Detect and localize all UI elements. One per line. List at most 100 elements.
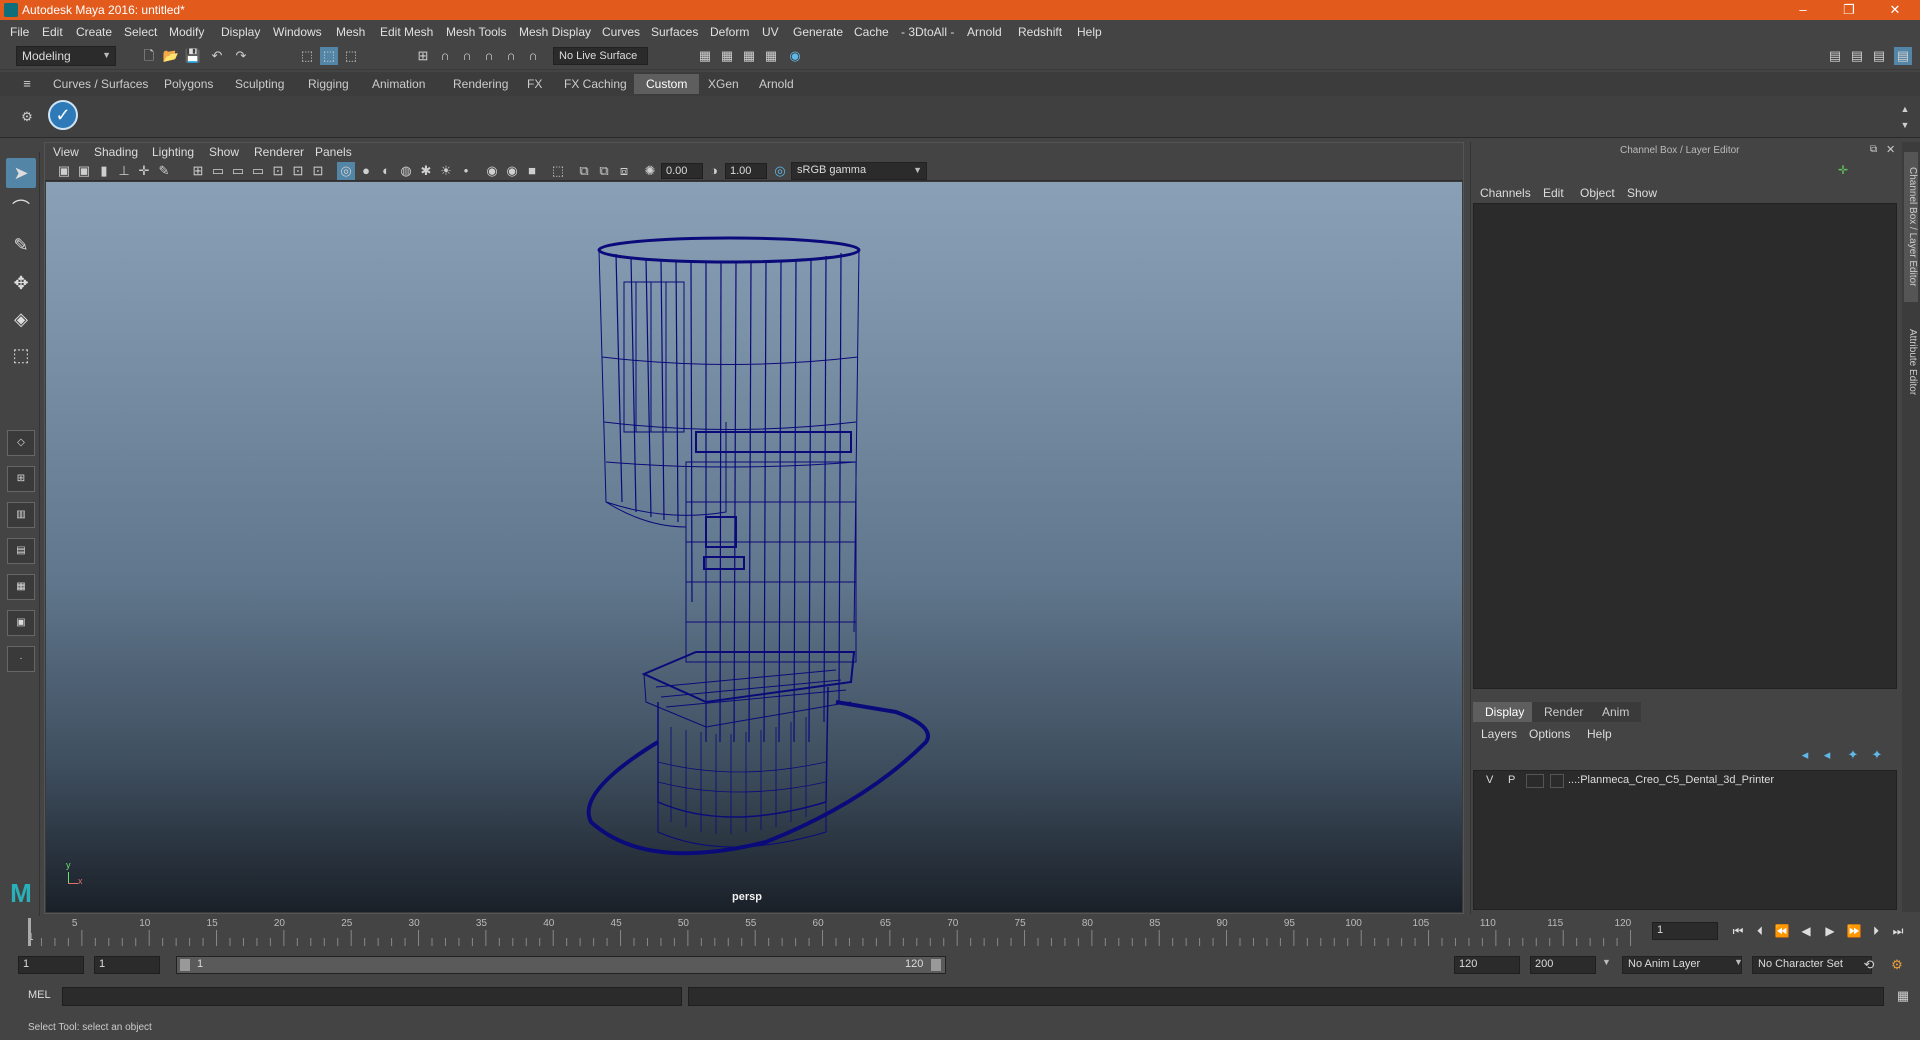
channel-box-toggle-icon[interactable]: ▤ — [1894, 47, 1912, 65]
layer-menu-options[interactable]: Options — [1529, 727, 1570, 741]
move-tool-icon[interactable]: ✥ — [6, 268, 36, 298]
panel-menu-show[interactable]: Show — [209, 145, 239, 159]
close-panel-icon[interactable]: ✕ — [1886, 143, 1895, 156]
menu-cache[interactable]: Cache — [854, 25, 889, 39]
shelf-tab-sculpting[interactable]: Sculpting — [223, 74, 296, 94]
float-panel-icon[interactable]: ⧉ — [1870, 144, 1877, 155]
channel-box-area[interactable] — [1473, 203, 1897, 689]
shelf-tab-rendering[interactable]: Rendering — [441, 74, 520, 94]
snap-grid-icon[interactable]: ⊞ — [414, 47, 432, 65]
panel-menu-panels[interactable]: Panels — [315, 145, 352, 159]
command-input[interactable] — [62, 987, 682, 1006]
menu-select[interactable]: Select — [124, 25, 157, 39]
exposure-icon[interactable]: ✺ — [641, 162, 659, 180]
select-tool-icon[interactable]: ➤ — [6, 158, 36, 188]
side-tab-channel-box[interactable]: Channel Box / Layer Editor — [1904, 152, 1918, 302]
exposure-field[interactable]: 0.00 — [661, 163, 703, 179]
gate-mask-icon[interactable]: ▭ — [249, 162, 267, 180]
menu-mesh-tools[interactable]: Mesh Tools — [446, 25, 506, 39]
panel-menu-lighting[interactable]: Lighting — [152, 145, 194, 159]
isolate-select-icon[interactable]: ⬚ — [549, 162, 567, 180]
cb-menu-edit[interactable]: Edit — [1543, 186, 1564, 200]
rotate-tool-icon[interactable]: ◈ — [6, 304, 36, 334]
layer-type-toggle[interactable] — [1526, 774, 1544, 788]
gamma-field[interactable]: 1.00 — [725, 163, 767, 179]
layer-playback-toggle[interactable]: P — [1508, 774, 1515, 786]
custom-layout-icon[interactable]: ▣ — [7, 610, 35, 636]
new-scene-icon[interactable]: 🗋 — [140, 47, 158, 65]
xray-icon[interactable]: ⧉ — [575, 162, 593, 180]
menu-3dtoall[interactable]: - 3DtoAll - — [901, 25, 954, 39]
current-frame-field[interactable]: 1 — [1652, 922, 1718, 940]
command-language-label[interactable]: MEL — [28, 989, 51, 1001]
redo-icon[interactable]: ↷ — [232, 47, 250, 65]
shelf-tab-polygons[interactable]: Polygons — [152, 74, 225, 94]
step-forward-key-icon[interactable]: ⏩ — [1844, 922, 1864, 940]
layer-menu-layers[interactable]: Layers — [1481, 727, 1517, 741]
layer-color-swatch[interactable] — [1550, 774, 1564, 788]
range-start-handle[interactable] — [180, 959, 190, 971]
new-layer-selected-icon[interactable]: ✦ — [1868, 746, 1886, 764]
menu-file[interactable]: File — [10, 25, 29, 39]
end-time-field[interactable]: 200 — [1530, 956, 1596, 974]
camera-attributes-icon[interactable]: ▣ — [75, 162, 93, 180]
undo-icon[interactable]: ↶ — [208, 47, 226, 65]
four-view-layout-icon[interactable]: ⊞ — [7, 466, 35, 492]
render-current-icon[interactable]: ▦ — [740, 47, 758, 65]
shelf-tab-fx-caching[interactable]: FX Caching — [552, 74, 639, 94]
anim-layer-dropdown[interactable]: No Anim Layer — [1622, 956, 1742, 974]
menu-surfaces[interactable]: Surfaces — [651, 25, 698, 39]
layer-row[interactable]: V P ...:Planmeca_Creo_C5_Dental_3d_Print… — [1476, 771, 1894, 791]
cb-menu-show[interactable]: Show — [1627, 186, 1657, 200]
menu-edit[interactable]: Edit — [42, 25, 63, 39]
menu-help[interactable]: Help — [1077, 25, 1102, 39]
move-layer-down-icon[interactable]: ◂ — [1818, 746, 1836, 764]
menu-edit-mesh[interactable]: Edit Mesh — [380, 25, 433, 39]
layer-tab-render[interactable]: Render — [1532, 702, 1596, 722]
start-time-field[interactable]: 1 — [18, 956, 84, 974]
use-all-lights-icon[interactable]: ✱ — [417, 162, 435, 180]
panel-menu-view[interactable]: View — [53, 145, 79, 159]
play-forward-icon[interactable]: ▶ — [1820, 922, 1840, 940]
cb-menu-channels[interactable]: Channels — [1480, 186, 1531, 200]
wireframe-toggle-icon[interactable]: ◎ — [337, 162, 355, 180]
move-layer-up-icon[interactable]: ◂ — [1796, 746, 1814, 764]
multisample-aa-icon[interactable]: ◉ — [503, 162, 521, 180]
new-layer-icon[interactable]: ✦ — [1844, 746, 1862, 764]
menu-curves[interactable]: Curves — [602, 25, 640, 39]
menu-display[interactable]: Display — [221, 25, 260, 39]
select-component-icon[interactable]: ⬚ — [342, 47, 360, 65]
shelf-tab-rigging[interactable]: Rigging — [296, 74, 361, 94]
animation-preferences-icon[interactable]: ⚙ — [1888, 956, 1906, 974]
menu-modify[interactable]: Modify — [169, 25, 204, 39]
grease-pencil-icon[interactable]: ✎ — [155, 162, 173, 180]
select-object-icon[interactable]: ⬚ — [320, 47, 338, 65]
persp-hypershade-layout-icon[interactable]: ▦ — [7, 574, 35, 600]
step-back-key-icon[interactable]: ⏪ — [1772, 922, 1792, 940]
single-perspective-layout-icon[interactable]: ◇ — [7, 430, 35, 456]
menu-uv[interactable]: UV — [762, 25, 779, 39]
range-slider[interactable]: 1 120 — [176, 956, 946, 974]
ipr-render-icon[interactable]: ▦ — [762, 47, 780, 65]
snap-point-icon[interactable]: ∩ — [458, 47, 476, 65]
snap-vertex-icon[interactable]: ∩ — [524, 47, 542, 65]
current-time-marker[interactable] — [28, 918, 31, 946]
film-gate-icon[interactable]: ▭ — [209, 162, 227, 180]
go-to-end-icon[interactable]: ⏭ — [1888, 922, 1908, 940]
persp-outliner-layout-icon[interactable]: ▤ — [7, 538, 35, 564]
step-forward-frame-icon[interactable]: ⏵ — [1866, 922, 1886, 940]
shelf-tab-curves-surfaces[interactable]: Curves / Surfaces — [41, 74, 160, 94]
image-plane-icon[interactable]: ⊥ — [115, 162, 133, 180]
panel-menu-renderer[interactable]: Renderer — [254, 145, 304, 159]
menu-deform[interactable]: Deform — [710, 25, 749, 39]
shelf-menu-icon[interactable]: ≡ — [18, 75, 36, 93]
wireframe-on-shaded-icon[interactable]: ◐ — [377, 162, 395, 180]
maximize-button[interactable]: ❐ — [1826, 0, 1872, 20]
close-button[interactable]: ✕ — [1872, 0, 1918, 20]
panel-menu-shading[interactable]: Shading — [94, 145, 138, 159]
menu-mesh-display[interactable]: Mesh Display — [519, 25, 591, 39]
tool-settings-icon[interactable]: ▤ — [1870, 47, 1888, 65]
xray-joints-icon[interactable]: ⧉ — [595, 162, 613, 180]
shelf-tab-animation[interactable]: Animation — [360, 74, 437, 94]
layer-visibility-toggle[interactable]: V — [1486, 774, 1493, 786]
